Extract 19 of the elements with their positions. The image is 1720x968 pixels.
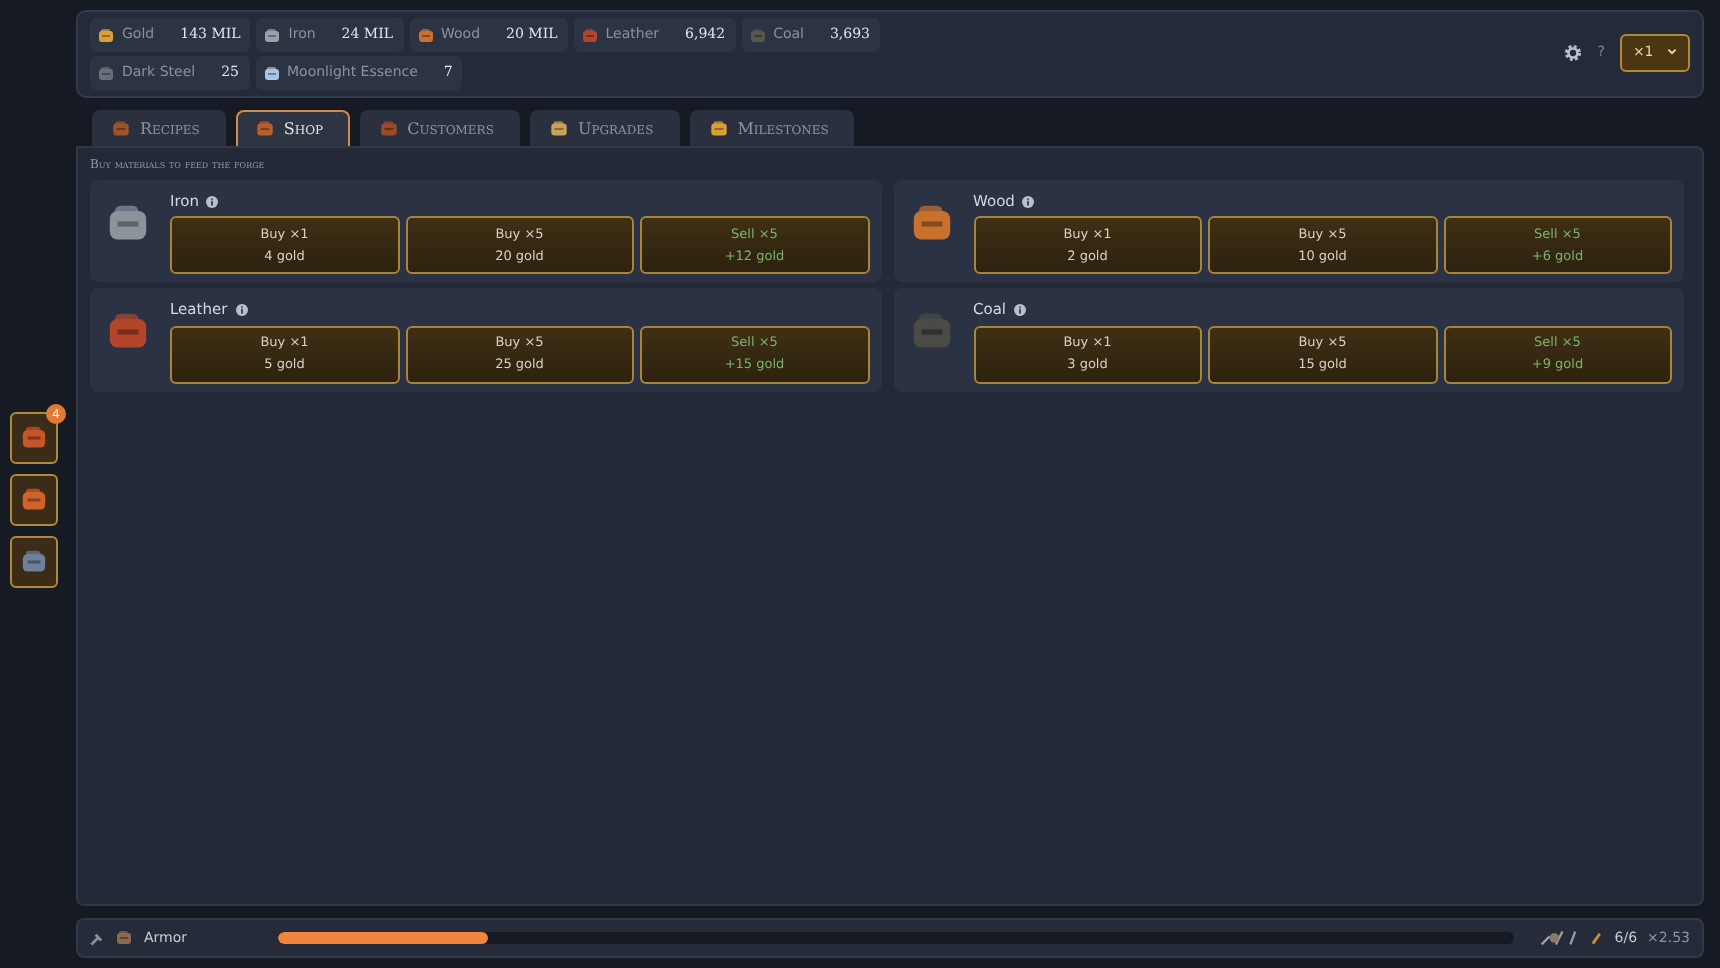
tools-icon <box>1540 930 1581 946</box>
tab[interactable]: Shop <box>235 110 350 146</box>
info-icon[interactable] <box>1022 195 1035 208</box>
tab-icon <box>110 118 132 140</box>
tab-icon <box>377 118 400 140</box>
tab[interactable]: Recipes <box>92 110 226 146</box>
info-icon[interactable] <box>235 303 248 316</box>
tab[interactable]: Customers <box>359 110 520 146</box>
settings-icon[interactable] <box>1563 43 1582 62</box>
caret-icon <box>1666 46 1678 59</box>
tab-icon <box>547 118 570 140</box>
side-button[interactable] <box>10 536 58 588</box>
tab-icon <box>707 118 730 140</box>
side-button[interactable] <box>10 474 58 526</box>
tab-icon <box>253 118 276 140</box>
tab[interactable]: Upgrades <box>529 110 680 146</box>
info-icon[interactable] <box>206 195 219 208</box>
info-icon[interactable] <box>1014 303 1027 316</box>
tab[interactable]: Milestones <box>689 110 855 146</box>
